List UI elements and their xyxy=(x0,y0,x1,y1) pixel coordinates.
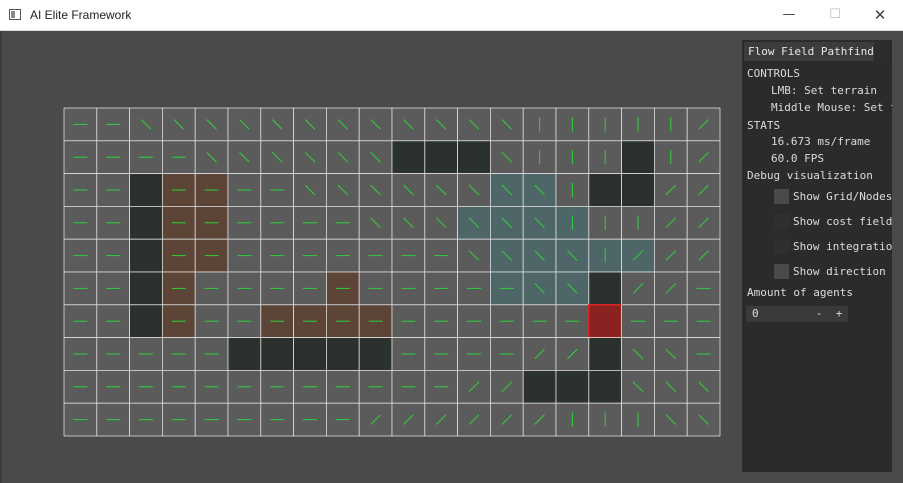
grid-cell-wall[interactable] xyxy=(457,140,491,175)
show-direction-field-label: Show direction field xyxy=(793,265,892,278)
title-bar[interactable]: AI Elite Framework — ☐ ✕ xyxy=(0,0,903,31)
fps-counter: 60.0 FPS xyxy=(771,152,824,165)
controls-header: CONTROLS xyxy=(747,67,800,80)
agents-value[interactable]: 0 xyxy=(752,307,759,320)
grid-cell-wall[interactable] xyxy=(588,369,622,404)
grid-cell-wall[interactable] xyxy=(358,337,393,371)
grid-cell-wall[interactable] xyxy=(129,238,163,273)
grid-cell-target[interactable] xyxy=(588,304,623,339)
control-hint-middle-mouse: Middle Mouse: Set target xyxy=(771,101,892,114)
minimize-button[interactable]: — xyxy=(766,0,812,30)
frame-time: 16.673 ms/frame xyxy=(771,135,871,148)
grid-cell-wall[interactable] xyxy=(391,140,426,175)
show-integration-field-label: Show integration field xyxy=(793,240,892,253)
agents-increment-button[interactable]: + xyxy=(832,307,846,320)
grid-cell-wall[interactable] xyxy=(588,173,622,207)
show-cost-field-label: Show cost field xyxy=(793,215,892,228)
panel-title: Flow Field Pathfinder xyxy=(748,45,874,58)
agents-stepper[interactable]: 0 - + xyxy=(746,306,848,322)
stats-header: STATS xyxy=(747,119,781,132)
show-cost-field-checkbox[interactable] xyxy=(774,214,789,229)
grid-cell-wall[interactable] xyxy=(227,337,262,371)
grid-cell-wall[interactable] xyxy=(522,369,557,404)
panel-collapse-button[interactable] xyxy=(874,42,889,61)
control-hint-lmb: LMB: Set terrain xyxy=(771,84,877,97)
grid-cell-wall[interactable] xyxy=(555,369,590,404)
grid-cell-wall[interactable] xyxy=(424,140,458,175)
grid-cell-wall[interactable] xyxy=(129,304,163,338)
show-grid-label: Show Grid/Nodes xyxy=(793,190,892,203)
grid-cell-wall[interactable] xyxy=(588,271,622,306)
window-title: AI Elite Framework xyxy=(30,8,132,22)
panel-header[interactable]: Flow Field Pathfinder xyxy=(744,42,889,61)
debug-header: Debug visualization xyxy=(747,169,873,182)
grid-cell-wall[interactable] xyxy=(260,337,294,371)
grid-cell-wall[interactable] xyxy=(621,140,655,175)
show-integration-field-checkbox[interactable] xyxy=(774,239,789,254)
agents-label: Amount of agents xyxy=(747,286,853,299)
grid-cell-wall[interactable] xyxy=(621,173,655,207)
grid-cell-wall[interactable] xyxy=(129,173,163,207)
show-grid-checkbox[interactable] xyxy=(774,189,789,204)
grid-cell-wall[interactable] xyxy=(588,337,622,371)
agents-decrement-button[interactable]: - xyxy=(812,307,826,320)
show-direction-field-checkbox[interactable] xyxy=(774,264,789,279)
grid-cell-wall[interactable] xyxy=(325,337,360,371)
grid-cell-wall[interactable] xyxy=(293,337,327,371)
app-window: AI Elite Framework — ☐ ✕ Flow Field Path… xyxy=(0,0,903,483)
debug-panel: Flow Field Pathfinder CONTROLS LMB: Set … xyxy=(742,40,892,472)
app-icon xyxy=(9,9,21,20)
close-button[interactable]: ✕ xyxy=(857,0,903,30)
grid-cell-wall[interactable] xyxy=(129,205,163,240)
maximize-button[interactable]: ☐ xyxy=(812,0,858,30)
grid-cell-wall[interactable] xyxy=(129,271,163,306)
